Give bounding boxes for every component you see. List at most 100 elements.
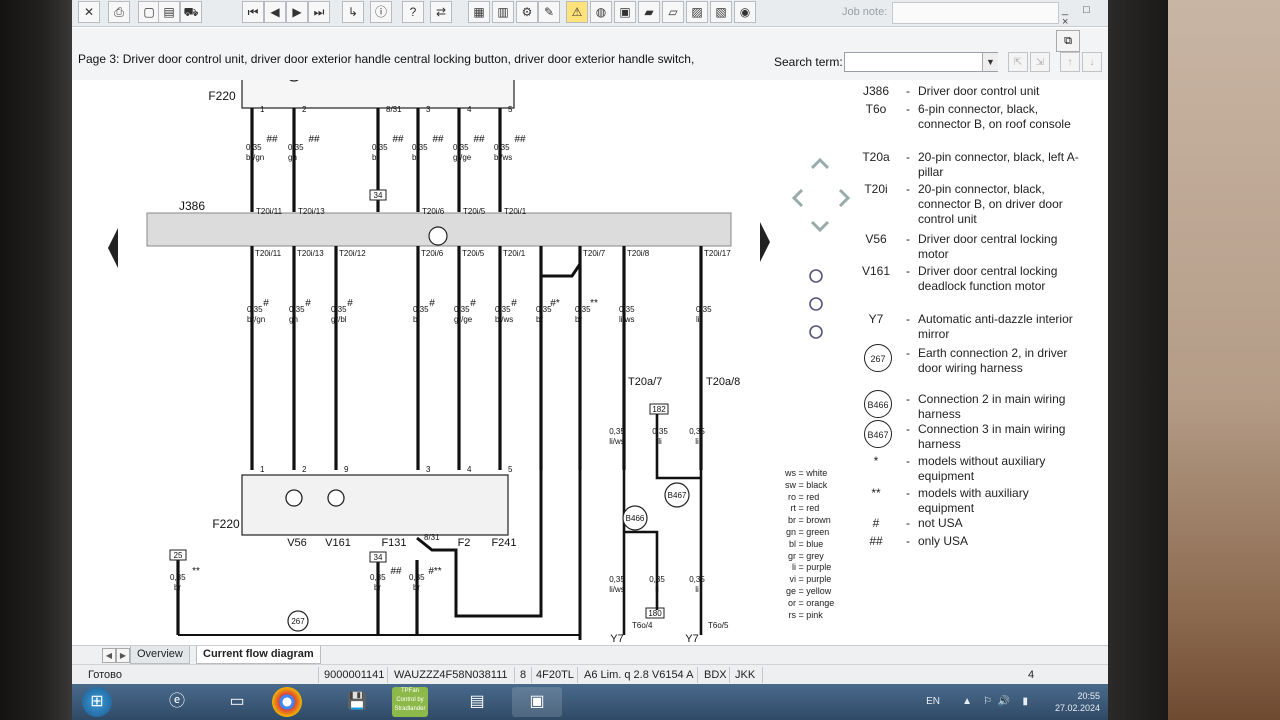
color-key-code: ro <box>787 491 796 502</box>
tpfan-control-icon[interactable]: TPFan Control by Stradlander <box>392 687 428 717</box>
pin-label: 1 <box>260 105 265 114</box>
toolbar-doc5-icon[interactable]: ▣ <box>614 1 636 23</box>
legend-desc: Driver door control unit <box>918 84 1040 98</box>
toolbar-swap-icon[interactable]: ⇄ <box>430 1 452 23</box>
search-input[interactable] <box>844 52 998 72</box>
status-separator <box>514 667 515 683</box>
color-key-eq: = <box>796 586 807 596</box>
zoom-out-icon <box>809 325 823 339</box>
toolbar-close-icon[interactable]: ✕ <box>78 1 100 23</box>
connector-label: T20a/7 <box>628 376 662 388</box>
chrome-icon[interactable] <box>272 687 302 717</box>
tab-next-icon[interactable]: ▶ <box>116 648 130 663</box>
legend-code: Y7 <box>868 312 884 326</box>
job-note-field[interactable] <box>892 2 1059 24</box>
legend-code: V161 <box>861 264 891 278</box>
toolbar-doc7-icon[interactable]: ▱ <box>662 1 684 23</box>
tab-prev-icon[interactable]: ◀ <box>102 648 116 663</box>
start-button[interactable]: ⊞ <box>82 687 112 717</box>
color-key-eq: = <box>796 527 807 537</box>
toolbar-print-icon[interactable]: ⎙ <box>108 1 130 23</box>
search-down-icon[interactable]: ↓ <box>1082 52 1102 72</box>
toolbar-jump-icon[interactable]: ↳ <box>342 1 364 23</box>
stack-icon[interactable]: ▤ <box>452 687 502 717</box>
search-next-icon[interactable]: ⇲ <box>1030 52 1050 72</box>
toolbar-help-icon[interactable]: ? <box>402 1 424 23</box>
color-key-code: or <box>787 597 796 608</box>
legend-desc: models with auxiliary equipment <box>918 486 1029 515</box>
connector-label: T20i/11 <box>255 249 282 258</box>
wire-size: 0,35 <box>247 305 263 314</box>
toolbar-next-icon[interactable]: ▶ <box>286 1 308 23</box>
wire-size: 0,35 <box>372 143 388 152</box>
wire-mark: # <box>470 298 476 309</box>
wire-mark: ## <box>432 134 444 145</box>
toolbar-globe-icon[interactable]: ◍ <box>590 1 612 23</box>
toolbar-car-icon[interactable]: ⛟ <box>180 1 202 23</box>
pin-label: 3 <box>426 105 431 114</box>
status-separator <box>531 667 532 683</box>
volume-icon[interactable]: 🔊 <box>998 696 1010 707</box>
wire-size: 0,35 <box>413 305 429 314</box>
legend-dash: - <box>906 392 910 406</box>
color-key-name: purple <box>806 562 832 573</box>
j386-symbol-icon <box>428 226 448 246</box>
clock-time: 20:55 <box>1077 691 1100 701</box>
wire-size: 0,35 <box>454 305 470 314</box>
pan-left-icon <box>791 188 804 208</box>
f220-bottom-label: F220 <box>212 517 240 531</box>
tray-arrow-icon[interactable]: ▲ <box>962 696 972 707</box>
legend-code: B467 <box>864 420 892 448</box>
job-note-icon[interactable]: ⧉ <box>1056 30 1080 52</box>
flag-icon[interactable]: ⚐ <box>983 696 992 707</box>
toolbar-doc9-icon[interactable]: ▧ <box>710 1 732 23</box>
search-dropdown-icon[interactable]: ▼ <box>982 53 998 71</box>
toolbar-doc6-icon[interactable]: ▰ <box>638 1 660 23</box>
toolbar-page-icon[interactable]: ▢ <box>138 1 160 23</box>
toolbar-doc1-icon[interactable]: ▦ <box>468 1 490 23</box>
legend-desc: Connection 3 in main wiring harness <box>918 422 1066 451</box>
toolbar-doc3-icon[interactable]: ⚙ <box>516 1 538 23</box>
toolbar-warning-icon[interactable]: ⚠ <box>566 1 588 23</box>
search-up-icon[interactable]: ↑ <box>1060 52 1080 72</box>
wire-mark: # <box>263 298 269 309</box>
color-key-name: purple <box>806 574 832 585</box>
wire-color: br <box>372 153 379 162</box>
f241-label: F241 <box>491 537 516 549</box>
toolbar-page-list-icon[interactable]: ▤ <box>158 1 180 23</box>
wire-mark: ## <box>473 134 485 145</box>
window-controls[interactable]: _ □ × <box>1062 4 1108 28</box>
zoom-in-icon <box>809 297 823 311</box>
toolbar-doc2-icon[interactable]: ▥ <box>492 1 514 23</box>
toolbar-last-icon[interactable]: ⏭ <box>308 1 330 23</box>
tab-current-flow-diagram[interactable]: Current flow diagram <box>196 646 321 664</box>
toolbar-doc10-icon[interactable]: ◉ <box>734 1 756 23</box>
color-key-item: ws = white <box>774 468 864 478</box>
network-icon[interactable]: ▮ <box>1022 696 1028 707</box>
search-label: Search term: <box>774 55 843 69</box>
background-wall <box>1168 0 1280 720</box>
floppy-icon[interactable]: 💾 <box>332 687 382 717</box>
color-key-item: or = orange <box>774 598 864 608</box>
wire-mark: #* <box>550 298 560 309</box>
clock[interactable]: 20:55 27.02.2024 <box>1030 690 1100 714</box>
folder-icon[interactable]: ▭ <box>212 687 262 717</box>
toolbar-doc4-icon[interactable]: ✎ <box>538 1 560 23</box>
clock-date: 27.02.2024 <box>1054 703 1100 713</box>
toolbar-prev-icon[interactable]: ◀ <box>264 1 286 23</box>
toolbar-doc8-icon[interactable]: ▨ <box>686 1 708 23</box>
ref-box-label: 34 <box>374 191 383 200</box>
tab-overview[interactable]: Overview <box>130 646 190 664</box>
app-icon[interactable]: ▣ <box>512 687 562 717</box>
ie-icon[interactable]: ⓔ <box>152 687 202 717</box>
wire-mark: #** <box>428 566 441 577</box>
pin-label: 4 <box>467 465 472 474</box>
wire-color: bl <box>412 153 418 162</box>
wire-size: 0,35 <box>619 305 635 314</box>
lang-indicator[interactable]: EN <box>926 696 940 707</box>
color-key-name: red <box>806 503 820 514</box>
color-key-item: ro = red <box>774 492 864 502</box>
search-prev-icon[interactable]: ⇱ <box>1008 52 1028 72</box>
toolbar-info-icon[interactable]: ⓘ <box>370 1 392 23</box>
toolbar-first-icon[interactable]: ⏮ <box>242 1 264 23</box>
